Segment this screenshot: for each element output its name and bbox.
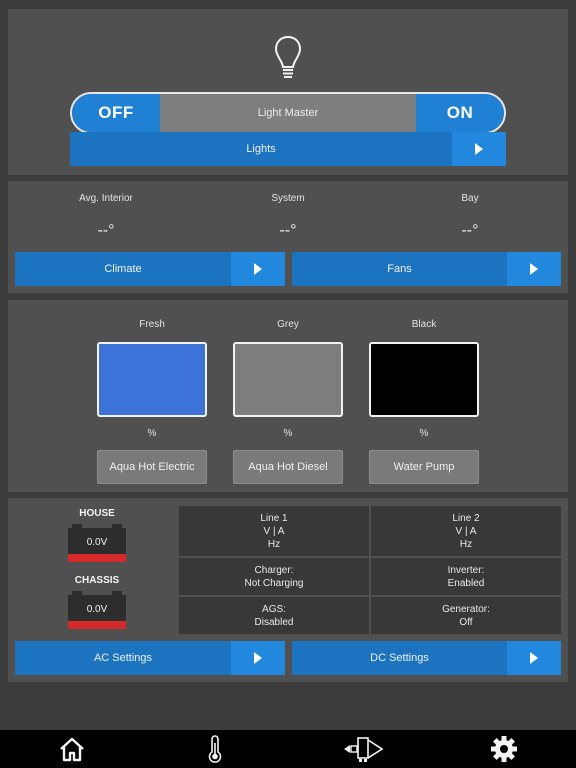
slide-out-icon[interactable] xyxy=(341,734,385,764)
ac-settings-button[interactable]: AC Settings xyxy=(15,641,285,675)
house-battery-voltage: 0.0V xyxy=(86,537,108,548)
charger-status: Not Charging xyxy=(244,577,304,589)
toggle-on-button[interactable]: ON xyxy=(416,94,504,132)
ags-title: AGS: xyxy=(262,603,286,615)
inverter-cell: Inverter: Enabled xyxy=(371,558,561,595)
ags-status: Disabled xyxy=(254,616,294,628)
toggle-off-button[interactable]: OFF xyxy=(72,94,160,132)
generator-cell: Generator: Off xyxy=(371,597,561,634)
chassis-battery-voltage: 0.0V xyxy=(86,604,108,615)
chevron-right-icon xyxy=(452,132,506,166)
chevron-right-icon xyxy=(507,641,561,675)
lights-button[interactable]: Lights xyxy=(70,132,506,166)
zone-temp-bay: --° xyxy=(461,222,479,239)
aqua-hot-electric-button[interactable]: Aqua Hot Electric xyxy=(97,450,207,484)
tank-level-black xyxy=(369,342,479,417)
tank-level-grey xyxy=(233,342,343,417)
fans-button[interactable]: Fans xyxy=(292,252,561,286)
home-icon[interactable] xyxy=(55,734,89,764)
line2-hz: Hz xyxy=(459,538,473,550)
climate-button[interactable]: Climate xyxy=(15,252,285,286)
tank-percent-fresh: % xyxy=(147,428,157,439)
gear-icon[interactable] xyxy=(487,734,521,764)
thermometer-icon[interactable] xyxy=(198,734,232,764)
zone-temp-system: --° xyxy=(279,222,297,239)
climate-panel: Avg. Interior --° System --° Bay --° Cli… xyxy=(8,181,568,293)
line1-title: Line 1 xyxy=(260,512,288,524)
tank-label-black: Black xyxy=(411,319,437,330)
line2-va: V | A xyxy=(455,525,477,537)
power-panel: HOUSE 0.0V CHASSIS 0.0V Line 1 V | A Hz … xyxy=(8,498,568,682)
dc-settings-button[interactable]: DC Settings xyxy=(292,641,561,675)
tank-level-fresh xyxy=(97,342,207,417)
house-battery-label: HOUSE xyxy=(79,508,115,519)
bottom-tab-bar xyxy=(0,730,576,768)
tank-percent-black: % xyxy=(419,428,429,439)
climate-button-label: Climate xyxy=(104,263,142,275)
zone-temp-interior: --° xyxy=(97,222,115,239)
ags-cell: AGS: Disabled xyxy=(179,597,369,634)
battery-icon: 0.0V xyxy=(68,591,126,629)
chevron-right-icon xyxy=(231,252,285,286)
tank-label-fresh: Fresh xyxy=(139,319,165,330)
lights-button-label: Lights xyxy=(246,143,276,155)
fans-button-label: Fans xyxy=(387,263,412,275)
inverter-status: Enabled xyxy=(447,577,485,589)
water-pump-button[interactable]: Water Pump xyxy=(369,450,479,484)
line1-va: V | A xyxy=(263,525,285,537)
line2-cell: Line 2 V | A Hz xyxy=(371,506,561,556)
power-status-grid: Line 1 V | A Hz Line 2 V | A Hz Charger:… xyxy=(179,506,561,634)
tanks-panel: Fresh Grey Black % % % Aqua Hot Electric… xyxy=(8,300,568,492)
line1-hz: Hz xyxy=(267,538,281,550)
lightbulb-icon xyxy=(274,35,302,78)
zone-label-interior: Avg. Interior xyxy=(79,193,133,204)
light-master-label: Light Master xyxy=(257,107,319,119)
chevron-right-icon xyxy=(231,641,285,675)
tank-label-grey: Grey xyxy=(277,319,299,330)
tank-percent-grey: % xyxy=(283,428,293,439)
aqua-hot-diesel-button[interactable]: Aqua Hot Diesel xyxy=(233,450,343,484)
lights-panel: OFF Light Master ON Lights xyxy=(8,9,568,175)
line2-title: Line 2 xyxy=(452,512,480,524)
generator-title: Generator: xyxy=(442,603,490,615)
battery-icon: 0.0V xyxy=(68,524,126,562)
dc-settings-label: DC Settings xyxy=(370,652,429,664)
generator-status: Off xyxy=(459,616,473,628)
inverter-title: Inverter: xyxy=(447,564,485,576)
charger-cell: Charger: Not Charging xyxy=(179,558,369,595)
ac-settings-label: AC Settings xyxy=(93,652,153,664)
charger-title: Charger: xyxy=(254,564,294,576)
zone-label-system: System xyxy=(271,193,305,204)
chevron-right-icon xyxy=(507,252,561,286)
chassis-battery-label: CHASSIS xyxy=(74,575,120,586)
light-master-toggle[interactable]: OFF Light Master ON xyxy=(70,92,506,134)
line1-cell: Line 1 V | A Hz xyxy=(179,506,369,556)
zone-label-bay: Bay xyxy=(461,193,479,204)
